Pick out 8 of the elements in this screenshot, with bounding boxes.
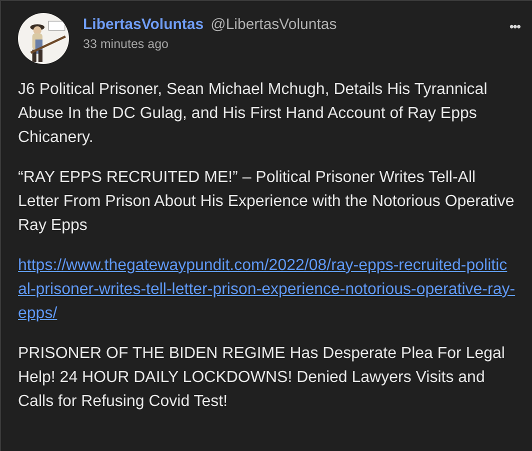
post-paragraph: “RAY EPPS RECRUITED ME!” – Political Prisoner Writes Tell-All Letter From Prison About His Experience with the Notorious Operative Ray Epps <box>18 168 516 236</box>
more-options-button[interactable]: ••• <box>507 19 522 34</box>
author-handle: @LibertasVoluntas <box>210 16 337 33</box>
post-time: 33 minutes ago <box>83 37 170 51</box>
author-name[interactable]: LibertasVoluntas <box>83 16 204 33</box>
article-link[interactable]: https://www.thegatewaypundit.com/2022/08/ray-epps-recruited-political-prisoner-writes-tell-letter-prison-experience-notorious-operative-ray-epps/ <box>18 254 516 326</box>
post-paragraph: PRISONER OF THE BIDEN REGIME Has Desperate Plea For Legal Help! 24 HOUR DAILY LOCKDOWNS! Denied Lawyers Visits and Calls for Refusing Covid Test! <box>18 344 506 412</box>
post-paragraph: J6 Political Prisoner, Sean Michael Mchugh, Details His Tyrannical Abuse In the DC Gulag, and His First Hand Account of Ray Epps Chicanery. <box>18 80 488 148</box>
